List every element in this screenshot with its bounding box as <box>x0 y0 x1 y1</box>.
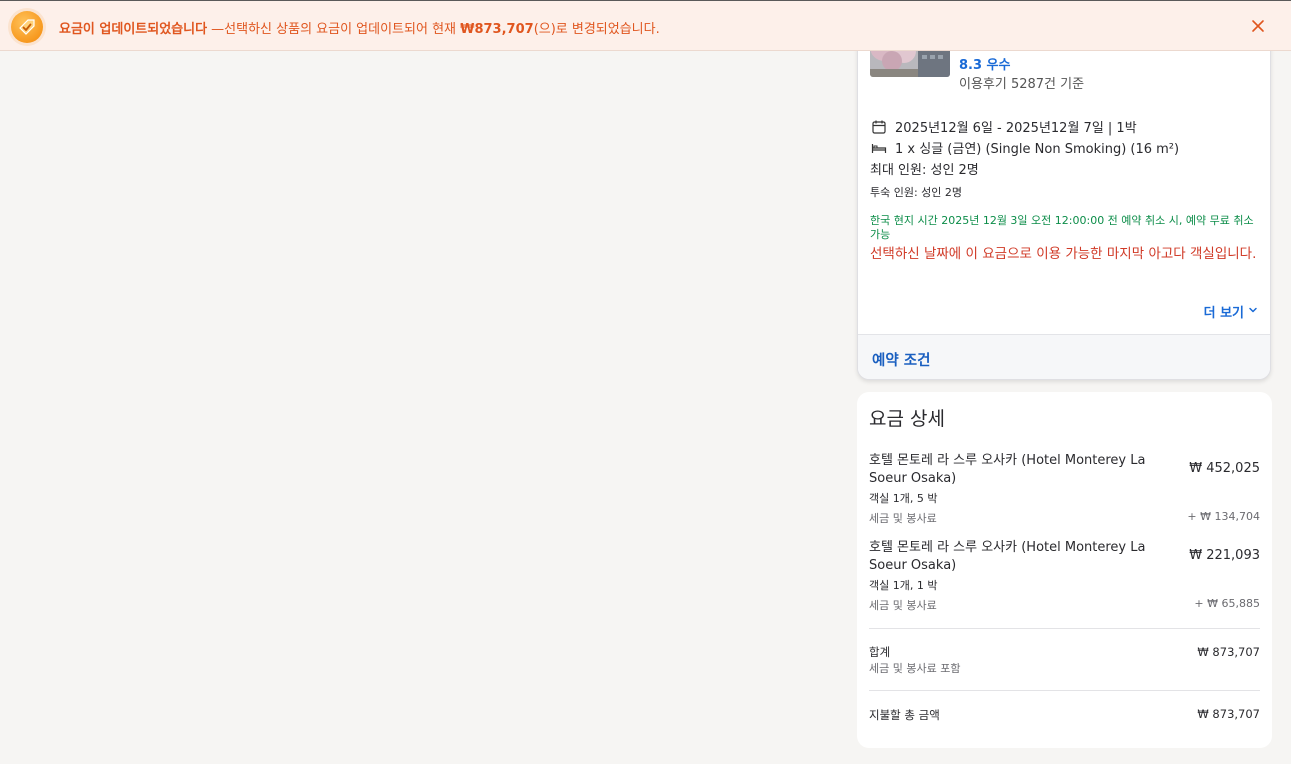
line-item-name: 호텔 몬토레 라 스루 오사카 (Hotel Monterey La Soeur… <box>869 540 1146 573</box>
divider <box>869 690 1260 691</box>
booking-summary-card: 8.3 우수 이용후기 5287건 기준 2025년12월 6일 - 2025년… <box>857 20 1271 380</box>
price-details-title: 요금 상세 <box>869 408 945 430</box>
banner-message-prefix: —선택하신 상품의 요금이 업데이트되어 현재 <box>207 22 461 37</box>
price-update-banner: 요금이 업데이트되었습니다 —선택하신 상품의 요금이 업데이트되어 현재 ₩8… <box>0 0 1291 51</box>
subtotal-value: ₩ 873,707 <box>1197 645 1260 659</box>
show-more-label: 더 보기 <box>1203 306 1244 321</box>
banner-message-suffix: (으)로 변경되었습니다. <box>533 22 660 37</box>
total-payable-value: ₩ 873,707 <box>1197 707 1260 721</box>
banner-message: 요금이 업데이트되었습니다 —선택하신 상품의 요금이 업데이트되어 현재 ₩8… <box>59 18 660 37</box>
total-payable-label: 지불할 총 금액 <box>869 708 940 722</box>
stay-dates: 2025년12월 6일 - 2025년12월 7일 | 1박 <box>871 117 1137 136</box>
chevron-down-icon <box>1244 304 1258 319</box>
line-item-name: 호텔 몬토레 라 스루 오사카 (Hotel Monterey La Soeur… <box>869 453 1146 486</box>
max-occupancy: 최대 인원: 성인 2명 <box>870 163 979 178</box>
line-item-tax-label: 세금 및 봉사료 <box>869 512 937 525</box>
close-icon[interactable] <box>1250 18 1266 34</box>
show-more-button[interactable]: 더 보기 <box>1204 302 1258 321</box>
guest-count: 투숙 인원: 성인 2명 <box>870 186 963 199</box>
booking-terms-section[interactable]: 예약 조건 <box>858 334 1270 379</box>
review-score: 8.3 우수 <box>959 58 1011 73</box>
stay-dates-text: 2025년12월 6일 - 2025년12월 7일 | 1박 <box>895 121 1137 136</box>
banner-title: 요금이 업데이트되었습니다 <box>59 22 208 37</box>
banner-new-price: ₩873,707 <box>460 22 534 37</box>
line-item-rooms-nights: 객실 1개, 1 박 <box>869 579 938 592</box>
review-count: 이용후기 5287건 기준 <box>959 77 1085 92</box>
line-item-tax-value: + ₩ 65,885 <box>1194 597 1260 610</box>
line-item-tax-label: 세금 및 봉사료 <box>869 599 937 612</box>
free-cancellation-note: 한국 현지 시간 2025년 12월 3일 오전 12:00:00 전 예약 취… <box>870 214 1254 241</box>
bed-icon <box>871 140 887 156</box>
line-item-price: ₩ 221,093 <box>1189 548 1260 563</box>
calendar-icon <box>871 119 887 135</box>
price-tag-check-icon <box>11 11 43 43</box>
divider <box>869 628 1260 629</box>
line-item-rooms-nights: 객실 1개, 5 박 <box>869 492 938 505</box>
room-info-text: 1 x 싱글 (금연) (Single Non Smoking) (16 m²) <box>895 142 1180 157</box>
room-info: 1 x 싱글 (금연) (Single Non Smoking) (16 m²) <box>871 138 1179 157</box>
subtotal-label: 합계 <box>869 645 891 659</box>
line-item-price: ₩ 452,025 <box>1189 461 1260 476</box>
subtotal-note: 세금 및 봉사료 포함 <box>869 662 961 675</box>
booking-terms-link[interactable]: 예약 조건 <box>872 349 930 370</box>
line-item-tax-value: + ₩ 134,704 <box>1187 510 1260 523</box>
scarcity-message: 선택하신 날짜에 이 요금으로 이용 가능한 마지막 아고다 객실입니다. <box>870 246 1257 262</box>
